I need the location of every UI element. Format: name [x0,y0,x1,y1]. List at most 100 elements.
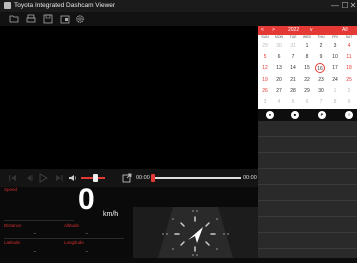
calendar-day[interactable]: 7 [314,97,328,108]
volume-icon[interactable] [68,173,78,183]
divider [4,220,74,221]
divider [4,238,124,239]
calendar-day[interactable]: 26 [258,86,272,97]
calendar-day[interactable]: 8 [328,97,342,108]
skip-previous-icon[interactable] [8,173,18,183]
close-button[interactable]: ✕ [348,0,357,12]
calendar-day[interactable]: 29 [300,86,314,97]
calendar-day[interactable]: 22 [300,75,314,86]
calendar-day[interactable]: 29 [258,41,272,52]
seek-bar[interactable] [155,177,241,179]
play-icon[interactable] [38,173,48,183]
event-alert-icon[interactable]: ! [345,111,353,119]
weekday-label: MON [274,35,284,39]
calendar-day[interactable]: 5 [258,52,272,63]
calendar-day[interactable]: 2 [314,41,328,52]
weekday-label: SAT [345,35,353,39]
video-viewport[interactable] [0,26,258,169]
calendar-day[interactable]: 17 [328,63,342,74]
mode-select[interactable]: All [342,26,348,35]
playback-controls: 00:00 00:00 [0,169,258,187]
save-icon[interactable] [43,14,53,24]
calendar-day[interactable]: 6 [272,52,286,63]
export-icon[interactable] [122,173,132,183]
weekday-label: THU [317,35,325,39]
calendar-day[interactable]: 27 [272,86,286,97]
calendar-day[interactable]: 6 [300,97,314,108]
rear-camera-icon[interactable]: ■ [291,111,299,119]
distance-value: - [34,231,36,237]
weekday-label: FRI [332,35,338,39]
calendar-day[interactable]: 30 [272,41,286,52]
calendar: < > 2022 v All SUN MON TUE WED THU FRI S… [258,26,357,109]
calendar-day[interactable]: 13 [272,63,286,74]
calendar-day[interactable]: 19 [258,75,272,86]
camera-selector: ● ■ P ! [258,109,357,121]
calendar-day[interactable]: 1 [328,86,342,97]
calendar-day[interactable]: 9 [314,52,328,63]
calendar-day[interactable]: 25 [342,75,356,86]
altitude-value: - [86,231,88,237]
step-back-icon[interactable] [24,173,34,183]
calendar-header: < > 2022 v All [258,26,357,35]
calendar-day[interactable]: 14 [286,63,300,74]
latitude-value: - [34,249,36,255]
calendar-day[interactable]: 12 [258,63,272,74]
calendar-day[interactable]: 23 [314,75,328,86]
calendar-day[interactable]: 10 [328,52,342,63]
settings-gear-icon[interactable] [75,14,85,24]
print-icon[interactable] [26,14,36,24]
total-time: 00:00 [243,175,257,181]
parking-icon[interactable]: P [318,111,326,119]
title-bar: Toyota Integrated Dashcam Viewer — ☐ ✕ [0,0,357,12]
calendar-day[interactable]: 4 [342,41,356,52]
calendar-day[interactable]: 8 [300,52,314,63]
prev-month-button[interactable]: < [261,26,264,35]
year-select[interactable]: 2022 [288,26,299,35]
calendar-day[interactable]: 24 [328,75,342,86]
weekday-label: TUE [289,35,297,39]
calendar-day[interactable]: 2 [342,86,356,97]
calendar-day[interactable]: 9 [342,97,356,108]
month-select[interactable]: v [310,26,313,35]
calendar-day[interactable]: 21 [286,75,300,86]
side-panel: < > 2022 v All SUN MON TUE WED THU FRI S… [258,26,357,258]
altitude-label: Altitude [64,223,80,228]
calendar-day[interactable]: 20 [272,75,286,86]
toolbar [0,12,357,26]
weekday-label: WED [302,35,312,39]
calendar-day[interactable]: 5 [286,97,300,108]
calendar-day[interactable]: 7 [286,52,300,63]
current-time: 00:00 [136,175,150,181]
latitude-label: Latitude [4,240,21,245]
speed-unit-dash: - [116,212,118,218]
distance-label: Distance [4,223,22,228]
front-camera-icon[interactable]: ● [266,111,274,119]
app-icon [4,2,11,9]
calendar-day[interactable]: 15 [300,63,314,74]
file-list[interactable] [258,121,357,258]
calendar-day[interactable]: 1 [300,41,314,52]
speed-value: 0 [78,183,95,216]
calendar-day[interactable]: 18 [342,63,356,74]
calendar-day[interactable]: 31 [286,41,300,52]
calendar-day[interactable]: 30 [314,86,328,97]
volume-slider-handle[interactable] [93,174,98,182]
g-sensor-graphic [158,207,233,258]
weekday-label: SUN [261,35,269,39]
folder-open-icon[interactable] [9,14,19,24]
seek-bar-handle[interactable] [151,174,155,182]
calendar-day[interactable]: 3 [328,41,342,52]
snapshot-icon[interactable] [60,14,70,24]
g-sensor-display [133,207,258,258]
next-month-button[interactable]: > [272,26,275,35]
calendar-day[interactable]: 3 [258,97,272,108]
calendar-day[interactable]: 16 [315,63,325,74]
calendar-day[interactable]: 4 [272,97,286,108]
calendar-day[interactable]: 11 [342,52,356,63]
longitude-label: Longitude [64,240,84,245]
window-title: Toyota Integrated Dashcam Viewer [14,2,116,9]
minimize-button[interactable]: — [330,0,340,12]
skip-next-icon[interactable] [54,173,64,183]
calendar-day[interactable]: 28 [286,86,300,97]
